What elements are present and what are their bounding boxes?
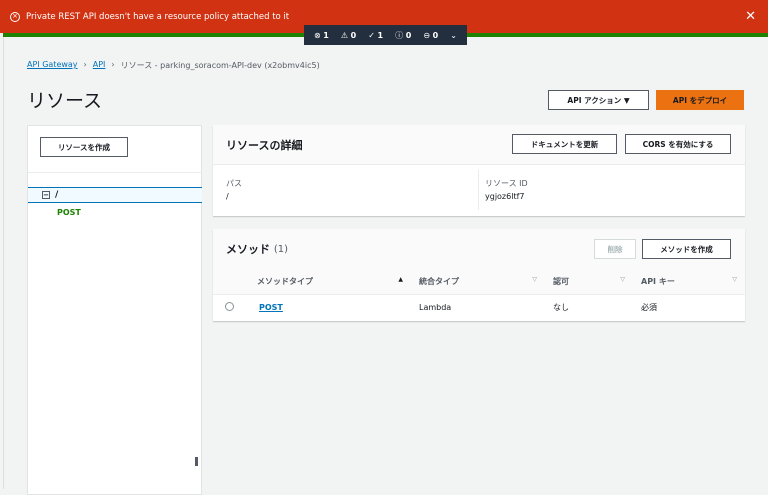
tree-method-post[interactable]: POST bbox=[57, 208, 81, 217]
deploy-api-button[interactable]: API をデプロイ bbox=[656, 90, 744, 110]
close-icon[interactable]: ✕ bbox=[745, 9, 756, 24]
api-actions-dropdown[interactable]: API アクション ▼ bbox=[548, 90, 649, 110]
resource-id-label: リソース ID bbox=[485, 179, 528, 188]
table-row: POST Lambda なし 必須 bbox=[213, 294, 745, 320]
method-link[interactable]: POST bbox=[259, 303, 283, 312]
col-authorization[interactable]: 認可 ▽ bbox=[545, 269, 633, 295]
delete-button[interactable]: 削除 bbox=[594, 239, 636, 259]
breadcrumb-api[interactable]: API bbox=[93, 60, 106, 71]
warning-count[interactable]: ⚠ 0 bbox=[341, 31, 356, 40]
methods-count: (1) bbox=[273, 243, 289, 255]
row-radio[interactable] bbox=[225, 301, 234, 311]
success-count[interactable]: ✓ 1 bbox=[368, 31, 383, 40]
breadcrumb-api-gateway[interactable]: API Gateway bbox=[27, 60, 78, 71]
resource-tree-panel: リソースを作成 − / POST bbox=[27, 125, 202, 495]
col-method-type[interactable]: メソッドタイプ ▲ bbox=[249, 269, 411, 295]
pending-count[interactable]: ⊖ 0 bbox=[423, 31, 438, 40]
create-method-button[interactable]: メソッドを作成 bbox=[642, 239, 731, 259]
page-title: リソース bbox=[27, 90, 103, 112]
chevron-right-icon: › bbox=[83, 60, 87, 69]
resource-id-value: ygjoz6ltf7 bbox=[485, 192, 525, 201]
col-integration-type[interactable]: 統合タイプ ▽ bbox=[411, 269, 545, 295]
notification-toolbar[interactable]: ⊗ 1 ⚠ 0 ✓ 1 ⓘ 0 ⊖ 0 ⌄ bbox=[304, 25, 467, 45]
details-title: リソースの詳細 bbox=[226, 138, 303, 152]
error-circle-icon: × bbox=[10, 11, 20, 22]
path-value: / bbox=[226, 192, 229, 201]
enable-cors-button[interactable]: CORS を有効にする bbox=[625, 134, 731, 154]
methods-title: メソッド bbox=[226, 243, 270, 256]
breadcrumb: API Gateway › API › リソース - parking_soracom… bbox=[27, 60, 320, 71]
create-resource-button[interactable]: リソースを作成 bbox=[40, 137, 128, 157]
methods-panel: メソッド (1) 削除 メソッドを作成 メソッドタイプ ▲ 統合タイプ ▽ 認可 ▽ … bbox=[213, 229, 745, 321]
methods-table: メソッドタイプ ▲ 統合タイプ ▽ 認可 ▽ API キー ▽ POST Lambda … bbox=[213, 269, 745, 320]
update-docs-button[interactable]: ドキュメントを更新 bbox=[512, 134, 617, 154]
chevron-down-icon[interactable]: ⌄ bbox=[450, 31, 457, 40]
error-count[interactable]: ⊗ 1 bbox=[314, 31, 329, 40]
resource-details-panel: リソースの詳細 ドキュメントを更新 CORS を有効にする パス / リソース … bbox=[213, 125, 745, 216]
tree-node-root[interactable]: − / bbox=[28, 187, 202, 203]
breadcrumb-current: リソース - parking_soracom-API-dev (x2obmv4i… bbox=[120, 61, 320, 70]
chevron-right-icon: › bbox=[111, 60, 115, 69]
path-label: パス bbox=[226, 179, 242, 188]
collapse-icon[interactable]: − bbox=[42, 191, 50, 199]
banner-message: Private REST API doesn't have a resource… bbox=[26, 11, 290, 22]
col-api-key[interactable]: API キー ▽ bbox=[633, 269, 745, 295]
info-count[interactable]: ⓘ 0 bbox=[395, 30, 411, 41]
resize-handle[interactable] bbox=[195, 457, 198, 466]
